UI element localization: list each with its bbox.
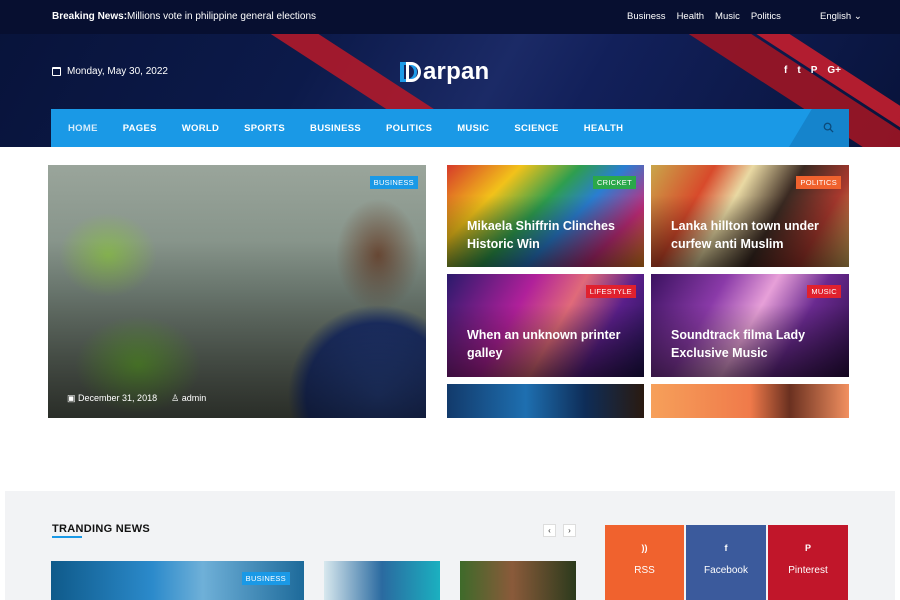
trending-card[interactable] — [324, 561, 440, 600]
category-badge[interactable]: BUSINESS — [369, 176, 418, 189]
logo-text: arpan — [423, 58, 490, 85]
top-bar: Breaking News: Millions vote in philippi… — [0, 0, 900, 34]
user-icon: ♙ — [171, 393, 180, 403]
current-date: Monday, May 30, 2022 — [52, 66, 168, 77]
top-links: Business Health Music Politics — [627, 11, 781, 22]
search-icon — [823, 122, 834, 133]
top-link-music[interactable]: Music — [715, 11, 740, 22]
nav-item-world[interactable]: WORLD — [182, 123, 219, 134]
site-header: Breaking News: Millions vote in philippi… — [0, 0, 900, 147]
post-date-text: December 31, 2018 — [78, 393, 158, 403]
facebook-icon[interactable]: f — [784, 65, 787, 76]
calendar-icon — [52, 67, 61, 76]
post-date: ▣ December 31, 2018 — [67, 393, 157, 404]
language-select[interactable]: English ⌄ — [820, 11, 862, 22]
search-button[interactable] — [789, 109, 849, 147]
card-image — [447, 384, 644, 418]
section-title: TRANDING NEWS — [52, 523, 151, 535]
pinterest-tile[interactable]: P Pinterest — [768, 525, 848, 600]
breaking-news-ticker[interactable]: Millions vote in philippine general elec… — [127, 11, 316, 22]
carousel-prev-button[interactable]: ‹ — [543, 524, 556, 537]
card-image — [651, 384, 849, 418]
card-title[interactable]: When an unknown printer galley — [467, 326, 644, 362]
category-badge[interactable]: CRICKET — [592, 176, 636, 189]
nav-item-politics[interactable]: POLITICS — [386, 123, 432, 134]
trending-card[interactable] — [460, 561, 576, 600]
category-badge[interactable]: LIFESTYLE — [585, 285, 636, 298]
nav-item-health[interactable]: HEALTH — [584, 123, 624, 134]
top-link-politics[interactable]: Politics — [751, 11, 781, 22]
category-badge[interactable]: MUSIC — [807, 285, 841, 298]
carousel-next-button[interactable]: › — [563, 524, 576, 537]
site-logo[interactable]: arpan — [400, 58, 489, 86]
title-underline — [52, 536, 82, 538]
rss-icon: )) — [641, 543, 648, 553]
top-link-business[interactable]: Business — [627, 11, 666, 22]
facebook-icon: f — [724, 543, 728, 553]
nav-item-music[interactable]: MUSIC — [457, 123, 489, 134]
pinterest-icon: P — [804, 543, 811, 553]
rss-label: RSS — [634, 565, 655, 576]
trending-card[interactable]: BUSINESS — [51, 561, 304, 600]
category-badge[interactable]: POLITICS — [796, 176, 841, 189]
top-link-health[interactable]: Health — [677, 11, 704, 22]
post-author-text: admin — [181, 393, 207, 403]
facebook-label: Facebook — [704, 565, 748, 576]
featured-card[interactable]: LIFESTYLE When an unknown printer galley — [447, 274, 644, 377]
header-social-links: f t P G+ — [784, 65, 841, 76]
featured-card[interactable]: CRICKET Mikaela Shiffrin Clinches Histor… — [447, 165, 644, 267]
date-text: Monday, May 30, 2022 — [67, 66, 168, 77]
main-nav: HOME PAGES WORLD SPORTS BUSINESS POLITIC… — [51, 109, 849, 147]
facebook-tile[interactable]: f Facebook — [686, 525, 766, 600]
featured-main-card[interactable]: BUSINESS ▣ December 31, 2018 ♙ admin — [48, 165, 426, 418]
nav-item-pages[interactable]: PAGES — [123, 123, 157, 134]
nav-item-home[interactable]: HOME — [68, 123, 98, 134]
card-title[interactable]: Lanka hillton town under curfew anti Mus… — [671, 217, 849, 253]
category-badge[interactable]: BUSINESS — [241, 572, 290, 585]
breaking-news-label: Breaking News: — [52, 11, 128, 22]
pinterest-icon[interactable]: P — [811, 65, 818, 76]
featured-card[interactable]: MUSIC Soundtrack filma Lady Exclusive Mu… — [651, 274, 849, 377]
calendar-icon: ▣ — [67, 393, 76, 403]
nav-item-science[interactable]: SCIENCE — [514, 123, 558, 134]
twitter-icon[interactable]: t — [797, 65, 800, 76]
pinterest-label: Pinterest — [788, 565, 828, 576]
nav-item-business[interactable]: BUSINESS — [310, 123, 361, 134]
chevron-down-icon: ⌄ — [853, 11, 862, 22]
card-title[interactable]: Mikaela Shiffrin Clinches Historic Win — [467, 217, 644, 253]
featured-card[interactable] — [447, 384, 644, 418]
card-title[interactable]: Soundtrack filma Lady Exclusive Music — [671, 326, 849, 362]
featured-card[interactable] — [651, 384, 849, 418]
language-label: English — [820, 11, 852, 22]
nav-item-sports[interactable]: SPORTS — [244, 123, 285, 134]
rss-tile[interactable]: )) RSS — [605, 525, 684, 600]
post-author[interactable]: ♙ admin — [171, 393, 206, 404]
post-meta: ▣ December 31, 2018 ♙ admin — [67, 393, 206, 404]
google-plus-icon[interactable]: G+ — [827, 65, 841, 76]
featured-card[interactable]: POLITICS Lanka hillton town under curfew… — [651, 165, 849, 267]
logo-mark-icon — [400, 61, 422, 83]
